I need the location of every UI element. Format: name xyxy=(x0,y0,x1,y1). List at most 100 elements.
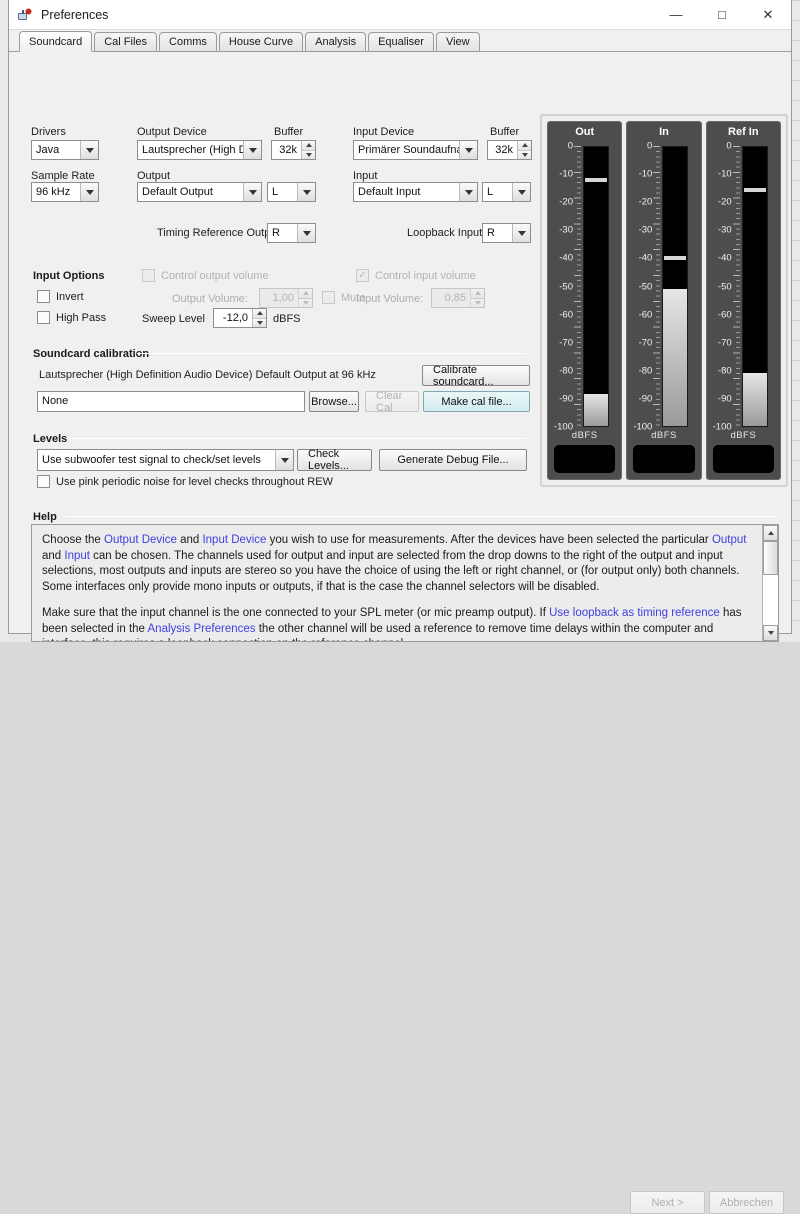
input-volume-label: Input Volume: xyxy=(356,293,424,305)
sweep-level-stepper[interactable] xyxy=(252,309,266,327)
tab-view[interactable]: View xyxy=(435,32,480,51)
high-pass-checkbox[interactable]: High Pass xyxy=(37,311,106,324)
generate-debug-file-button[interactable]: Generate Debug File... xyxy=(379,449,527,471)
chevron-down-icon xyxy=(80,141,98,159)
browse-button[interactable]: Browse... xyxy=(309,391,359,412)
stepper-up-icon[interactable] xyxy=(518,141,531,151)
check-levels-button[interactable]: Check Levels... xyxy=(297,448,372,472)
tab-analysis[interactable]: Analysis xyxy=(305,32,367,51)
meter-tick-label: -50 xyxy=(559,281,573,292)
input-buffer-stepper[interactable] xyxy=(517,141,531,159)
soundcard-calibration-title: Soundcard calibration xyxy=(33,348,150,360)
drivers-value: Java xyxy=(36,144,60,156)
stepper-down-icon xyxy=(471,298,484,307)
meter-out-readout xyxy=(554,445,616,473)
loopback-input-value: R xyxy=(487,227,495,239)
window-titlebar: Preferences — □ ✕ xyxy=(9,0,791,30)
meter-tick-label: -50 xyxy=(717,281,732,292)
meter-tick-label: -80 xyxy=(638,365,653,377)
scroll-up-arrow-icon[interactable] xyxy=(763,525,778,541)
help-link[interactable]: Input Device xyxy=(202,534,266,546)
checkbox-box xyxy=(322,291,335,304)
clear-cal-button: Clear Cal xyxy=(365,390,419,414)
input-device-combo[interactable]: Primärer Soundaufnah... xyxy=(353,140,478,160)
stepper-up-icon[interactable] xyxy=(253,309,266,319)
sweep-level-spinner[interactable]: -12,0 xyxy=(213,308,267,328)
tab-soundcard[interactable]: Soundcard xyxy=(19,31,93,52)
meter-out-axis-labels: 0 -10 -20 -30 -40 -50 -60 -70 -80 -90 -100 xyxy=(548,141,574,433)
drivers-label: Drivers xyxy=(31,126,66,138)
input-buffer-spinner[interactable]: 32k xyxy=(487,140,532,160)
output-buffer-label: Buffer xyxy=(274,126,304,138)
meter-ref-in-readout xyxy=(712,445,774,473)
output-buffer-spinner[interactable]: 32k xyxy=(271,140,316,160)
calibrate-soundcard-button[interactable]: Calibrate soundcard... xyxy=(422,364,530,388)
output-buffer-stepper[interactable] xyxy=(301,141,315,159)
section-divider xyxy=(137,353,527,354)
timing-reference-output-label: Timing Reference Output xyxy=(157,227,280,239)
window-controls: — □ ✕ xyxy=(653,0,791,30)
tab-bar: Soundcard Cal Files Comms House Curve An… xyxy=(9,30,791,52)
meter-tick-label: -40 xyxy=(717,252,732,264)
cancel-button: Abbrechen xyxy=(709,1191,784,1214)
input-combo[interactable]: Default Input xyxy=(353,182,478,202)
close-button[interactable]: ✕ xyxy=(745,0,791,30)
output-channel-combo[interactable]: L xyxy=(267,182,316,202)
meter-in-peak xyxy=(664,256,687,260)
stepper-down-icon[interactable] xyxy=(302,150,315,159)
drivers-combo[interactable]: Java xyxy=(31,140,99,160)
stepper-up-icon xyxy=(471,289,484,299)
chevron-down-icon xyxy=(80,183,98,201)
make-cal-file-button[interactable]: Make cal file... xyxy=(423,391,530,412)
test-signal-combo[interactable]: Use subwoofer test signal to check/set l… xyxy=(37,449,294,471)
chevron-down-icon xyxy=(297,183,315,201)
loopback-input-combo[interactable]: R xyxy=(482,223,531,243)
meter-tick-label: -70 xyxy=(559,337,573,349)
tab-equaliser[interactable]: Equaliser xyxy=(368,32,434,51)
output-combo[interactable]: Default Output xyxy=(137,182,262,202)
scrollbar-thumb[interactable] xyxy=(763,541,778,575)
tab-cal-files[interactable]: Cal Files xyxy=(94,32,158,51)
output-volume-spinner: 1,00 xyxy=(259,288,313,308)
stepper-up-icon xyxy=(299,289,312,299)
output-device-combo[interactable]: Lautsprecher (High De... xyxy=(137,140,262,160)
meter-in: In 0 -10 -20 -30 -40 -50 -60 -70 -80 -90 -100 dBFS xyxy=(626,121,702,480)
meter-out-peak xyxy=(585,177,607,182)
checkbox-box xyxy=(37,475,50,488)
help-link[interactable]: Output Device xyxy=(104,534,177,546)
invert-checkbox[interactable]: Invert xyxy=(37,290,84,303)
pink-noise-label: Use pink periodic noise for level checks… xyxy=(56,475,333,488)
timing-reference-output-combo[interactable]: R xyxy=(267,223,316,243)
output-buffer-value: 32k xyxy=(279,144,297,156)
meter-ref-in: Ref In 0 -10 -20 -30 -40 -50 -60 -70 -80 -90 -100 … xyxy=(705,121,781,480)
meter-tick-label: -80 xyxy=(559,365,573,377)
minimize-button[interactable]: — xyxy=(653,0,699,30)
tab-house-curve[interactable]: House Curve xyxy=(218,32,304,51)
meter-ref-in-title: Ref In xyxy=(728,126,759,138)
help-link[interactable]: Input xyxy=(64,550,90,562)
stepper-up-icon[interactable] xyxy=(302,141,315,151)
meter-tick-label: 0 xyxy=(726,140,732,152)
meter-tick-label: -50 xyxy=(638,281,653,292)
tab-comms[interactable]: Comms xyxy=(159,32,217,51)
pink-noise-checkbox[interactable]: Use pink periodic noise for level checks… xyxy=(37,475,333,488)
meter-tick-label: -90 xyxy=(717,393,732,405)
background-left-strip xyxy=(0,0,8,642)
meter-tick-label: -30 xyxy=(559,224,573,236)
input-label: Input xyxy=(353,170,378,182)
stepper-down-icon[interactable] xyxy=(518,150,531,159)
meter-ref-in-fill xyxy=(742,373,767,426)
meter-tick-label: -20 xyxy=(717,196,732,208)
checkbox-box xyxy=(37,311,50,324)
help-link[interactable]: Output xyxy=(712,534,747,546)
maximize-button[interactable]: □ xyxy=(699,0,745,30)
input-channel-combo[interactable]: L xyxy=(482,182,531,202)
stepper-down-icon[interactable] xyxy=(253,318,266,327)
meter-tick-label: -60 xyxy=(559,309,573,321)
levels-title: Levels xyxy=(33,433,68,445)
meter-tick-label: -80 xyxy=(717,365,732,377)
cal-file-input[interactable]: None xyxy=(37,391,305,412)
meter-out-bar xyxy=(583,146,609,427)
soundcard-panel: Drivers Java Sample Rate 96 kHz Output D… xyxy=(9,52,791,1214)
sample-rate-combo[interactable]: 96 kHz xyxy=(31,182,99,202)
